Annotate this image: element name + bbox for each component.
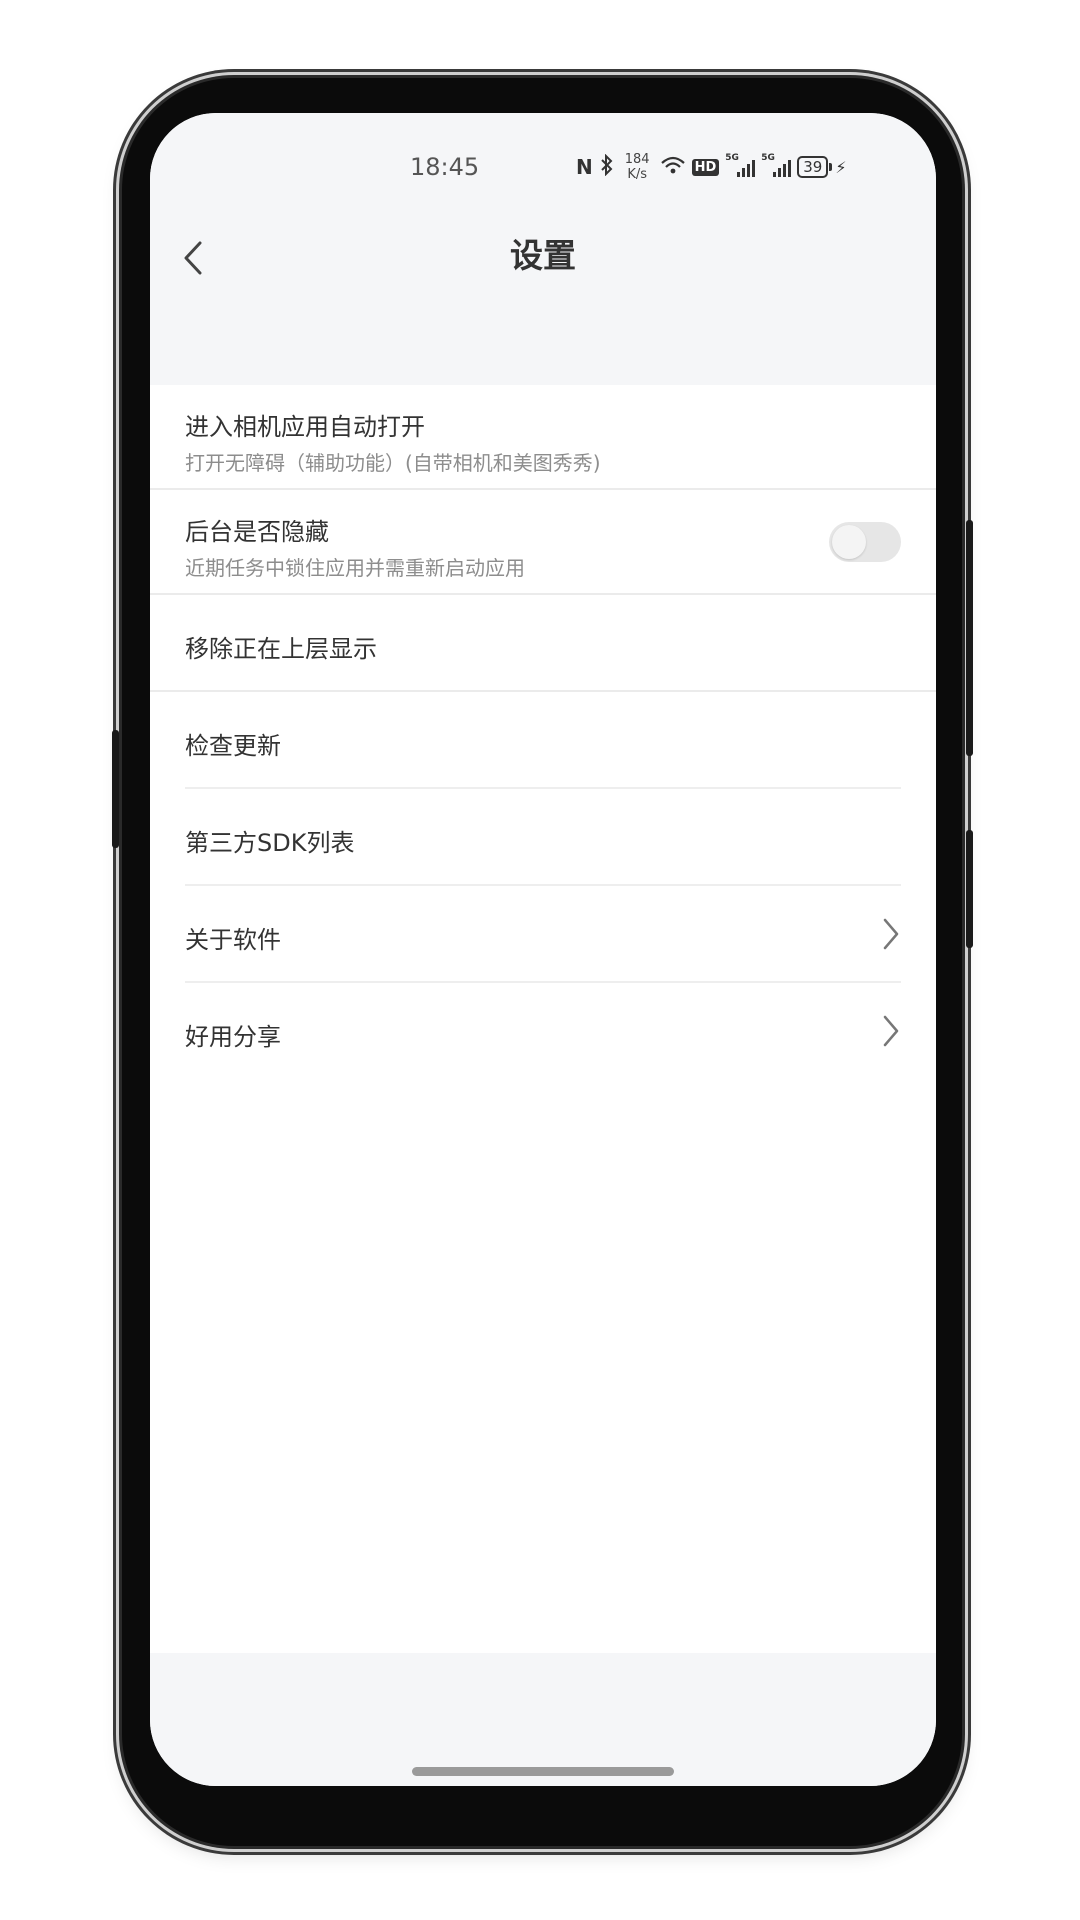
status-icons: N 184 K/s HD 5G 5G 39 ⚡ xyxy=(576,147,847,187)
signal-icon-sim1: 5G xyxy=(725,153,756,177)
status-bar: 18:45 N 184 K/s HD 5G 5G 39 ⚡ xyxy=(150,113,936,203)
toggle-knob xyxy=(832,525,866,559)
battery-level: 39 xyxy=(797,156,829,178)
sim2-network-tag: 5G xyxy=(761,153,775,163)
settings-item-remove-overlay[interactable]: 移除正在上层显示 xyxy=(150,595,936,692)
settings-item-about[interactable]: 关于软件 xyxy=(150,886,936,983)
sim1-network-tag: 5G xyxy=(725,153,739,163)
hide-background-toggle[interactable] xyxy=(829,522,901,562)
chevron-right-icon xyxy=(883,918,899,950)
settings-item-description: 近期任务中锁住应用并需重新启动应用 xyxy=(185,556,525,580)
network-speed-value: 184 xyxy=(624,152,650,167)
settings-item-hide-background[interactable]: 后台是否隐藏 近期任务中锁住应用并需重新启动应用 xyxy=(150,490,936,595)
power-button xyxy=(966,520,973,756)
bluetooth-icon xyxy=(599,153,615,180)
settings-item-share[interactable]: 好用分享 xyxy=(150,983,936,1080)
settings-list: 进入相机应用自动打开 打开无障碍（辅助功能）(自带相机和美图秀秀) 后台是否隐藏… xyxy=(150,385,936,1080)
signal-icon-sim2: 5G xyxy=(761,153,792,177)
nfc-icon: N xyxy=(576,155,593,179)
network-speed-unit: K/s xyxy=(627,167,647,182)
hd-badge: HD xyxy=(691,158,720,176)
settings-item-label: 后台是否隐藏 xyxy=(185,518,329,546)
volume-button xyxy=(112,730,119,848)
chevron-right-icon xyxy=(883,1015,899,1047)
home-indicator[interactable] xyxy=(412,1767,674,1776)
charging-icon: ⚡ xyxy=(835,157,847,177)
settings-item-check-update[interactable]: 检查更新 xyxy=(150,692,936,789)
settings-item-label: 第三方SDK列表 xyxy=(185,829,355,857)
battery-icon: 39 ⚡ xyxy=(797,156,847,178)
side-button xyxy=(966,830,973,948)
settings-item-label: 关于软件 xyxy=(185,926,281,954)
network-speed: 184 K/s xyxy=(625,152,650,182)
page-title: 设置 xyxy=(510,236,576,275)
settings-item-sdk-list[interactable]: 第三方SDK列表 xyxy=(150,789,936,886)
settings-item-label: 进入相机应用自动打开 xyxy=(185,413,425,441)
settings-item-label: 检查更新 xyxy=(185,732,281,760)
settings-item-label: 移除正在上层显示 xyxy=(185,635,377,663)
status-time: 18:45 xyxy=(410,153,480,181)
settings-item-auto-open[interactable]: 进入相机应用自动打开 打开无障碍（辅助功能）(自带相机和美图秀秀) xyxy=(150,385,936,490)
wifi-icon xyxy=(660,155,686,179)
phone-screen: 18:45 N 184 K/s HD 5G 5G 39 ⚡ 设置 进入相机应用自… xyxy=(150,113,936,1786)
settings-item-label: 好用分享 xyxy=(185,1023,281,1051)
settings-item-description: 打开无障碍（辅助功能）(自带相机和美图秀秀) xyxy=(185,451,601,475)
